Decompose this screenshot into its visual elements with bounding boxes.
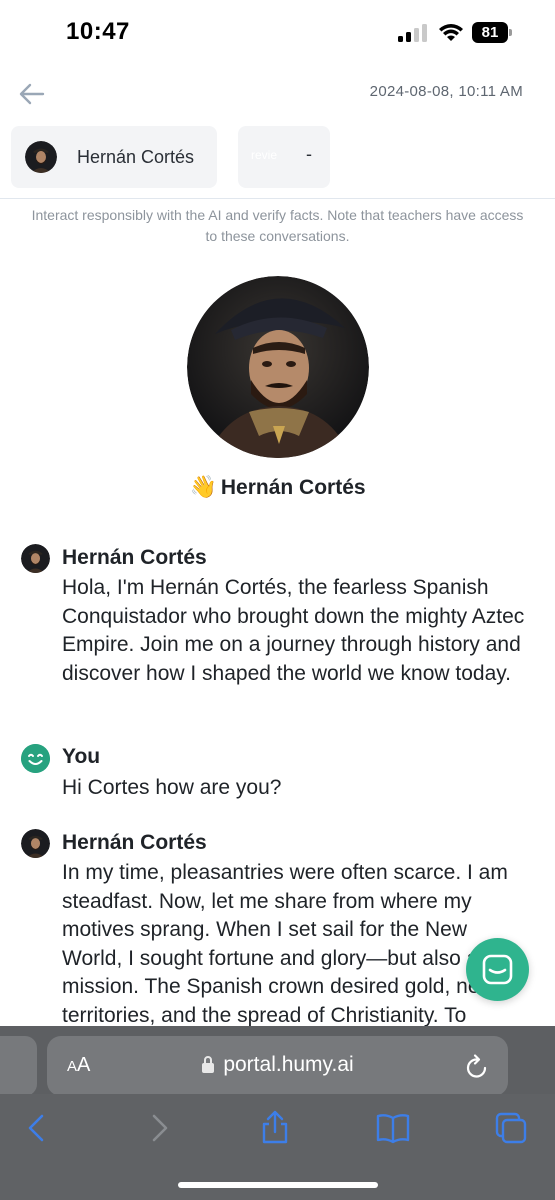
- disclaimer-text: Interact responsibly with the AI and ver…: [31, 207, 524, 244]
- url-label: portal.humy.ai: [223, 1053, 354, 1076]
- character-avatar: [25, 141, 57, 173]
- chevron-right-icon[interactable]: [138, 1108, 178, 1148]
- chat-launcher-button[interactable]: [466, 938, 529, 1001]
- url-text: portal.humy.ai: [47, 1053, 508, 1077]
- signal-icon: [398, 24, 430, 42]
- tabs-icon[interactable]: [491, 1108, 531, 1148]
- url-field[interactable]: AA portal.humy.ai: [47, 1036, 508, 1096]
- battery-icon: 81: [472, 22, 512, 43]
- share-icon[interactable]: [255, 1108, 295, 1148]
- battery-level: 81: [472, 22, 508, 43]
- wave-icon: 👋: [189, 474, 217, 499]
- character-portrait: [187, 276, 369, 458]
- review-chip[interactable]: revie -: [238, 126, 330, 188]
- hero-name: Hernán Cortés: [220, 476, 366, 499]
- message-text: In my time, pleasantries were often scar…: [62, 861, 508, 1027]
- character-chip-name: Hernán Cortés: [77, 146, 195, 167]
- bookmarks-icon[interactable]: [373, 1108, 413, 1148]
- status-bar: 10:47 81: [0, 0, 555, 64]
- conversation-date: 2024-08-08, 10:11 AM: [369, 83, 523, 100]
- character-chip[interactable]: Hernán Cortés: [11, 126, 217, 188]
- header-divider: [0, 198, 555, 199]
- message-text: Hola, I'm Hernán Cortés, the fearless Sp…: [62, 576, 525, 685]
- character-avatar: [21, 829, 50, 858]
- chevron-left-icon[interactable]: [18, 1108, 58, 1148]
- status-time: 10:47: [66, 18, 130, 45]
- review-value: -: [306, 144, 312, 164]
- wifi-icon: [439, 24, 463, 41]
- smiley-icon: [21, 744, 50, 773]
- review-label: revie: [251, 148, 278, 162]
- hero-title: 👋 Hernán Cortés: [0, 474, 555, 500]
- arrow-left-icon[interactable]: [16, 78, 48, 110]
- chat-bubble-icon: [482, 954, 513, 985]
- home-indicator: [178, 1182, 378, 1188]
- message-author: You: [62, 745, 101, 768]
- reload-icon[interactable]: [464, 1052, 490, 1080]
- message-author: Hernán Cortés: [62, 831, 207, 854]
- message-text: Hi Cortes how are you?: [62, 776, 282, 799]
- previous-tab-preview[interactable]: [0, 1036, 37, 1096]
- character-avatar: [21, 544, 50, 573]
- lock-icon: [202, 1056, 215, 1073]
- message-author: Hernán Cortés: [62, 546, 207, 569]
